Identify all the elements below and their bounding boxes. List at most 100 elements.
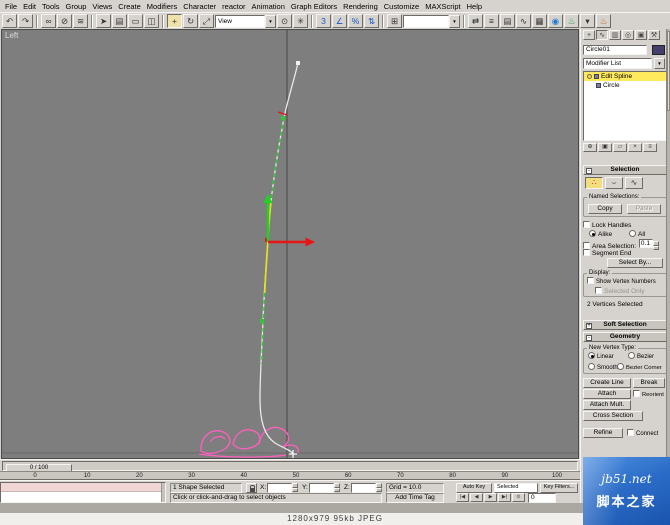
vertex-marker[interactable] <box>260 319 264 323</box>
selection-lock-toggle[interactable] <box>246 483 257 493</box>
stack-item-edit-spline[interactable]: Edit Spline <box>584 72 666 81</box>
attach-button[interactable]: Attach <box>583 389 631 399</box>
align-icon[interactable]: ≡ <box>484 14 499 28</box>
select-and-uniform-scale-icon[interactable]: ⤢ <box>199 14 214 28</box>
menu-character[interactable]: Character <box>180 1 219 12</box>
left-viewport[interactable]: Left <box>1 29 579 459</box>
reference-coordinate-system-combo[interactable]: View ▼ <box>215 14 276 28</box>
area-selection-checkbox[interactable] <box>583 242 590 249</box>
menu-edit[interactable]: Edit <box>20 1 39 12</box>
segment-end-checkbox[interactable] <box>583 249 590 256</box>
chevron-down-icon[interactable]: ▼ <box>265 14 276 28</box>
select-and-link-icon[interactable]: ∞ <box>41 14 56 28</box>
curve-editor-icon[interactable]: ∿ <box>516 14 531 28</box>
key-mode-combo[interactable]: Selected <box>494 483 538 493</box>
menu-create[interactable]: Create <box>115 1 144 12</box>
menu-animation[interactable]: Animation <box>249 1 288 12</box>
redo-icon[interactable]: ↷ <box>18 14 33 28</box>
menu-customize[interactable]: Customize <box>381 1 422 12</box>
all-radio[interactable] <box>629 230 636 237</box>
configure-modifier-sets-icon[interactable]: ≡ <box>643 143 657 152</box>
spline-mode-button[interactable]: ∿ <box>625 177 643 189</box>
unlink-selection-icon[interactable]: ⊘ <box>57 14 72 28</box>
menu-modifiers[interactable]: Modifiers <box>144 1 180 12</box>
time-slider-track[interactable]: 0 / 100 <box>2 461 578 472</box>
rectangular-selection-region-icon[interactable]: ▭ <box>128 14 143 28</box>
percent-snap-toggle-icon[interactable]: % <box>348 14 363 28</box>
area-selection-value[interactable]: 0.1 <box>638 239 653 248</box>
select-object-icon[interactable]: ➤ <box>96 14 111 28</box>
menu-views[interactable]: Views <box>89 1 115 12</box>
schematic-view-icon[interactable]: ▦ <box>532 14 547 28</box>
x-coordinate-field[interactable] <box>267 483 292 493</box>
named-selection-sets-combo[interactable]: ▼ <box>403 14 460 28</box>
track-bar[interactable]: 0 10 20 30 40 50 60 70 80 90 100 <box>0 471 580 480</box>
make-unique-icon[interactable]: ▱ <box>613 143 627 152</box>
segment-mode-button[interactable]: ⌣ <box>605 177 623 189</box>
remove-modifier-icon[interactable]: × <box>628 143 642 152</box>
select-by-button[interactable]: Select By... <box>607 258 663 268</box>
menu-group[interactable]: Group <box>63 1 90 12</box>
break-button[interactable]: Break <box>633 378 665 388</box>
snap-toggle-icon[interactable]: 3 <box>316 14 331 28</box>
modifier-list-combo[interactable]: Modifier List ▼ <box>583 58 665 69</box>
play-animation-icon[interactable]: ▶ <box>484 493 497 502</box>
bezier-radio[interactable] <box>628 352 635 359</box>
tab-utilities[interactable]: ⚒ <box>648 30 660 40</box>
tab-modify[interactable]: ∿ <box>596 30 608 40</box>
refine-button[interactable]: Refine <box>583 428 623 438</box>
stack-item-circle[interactable]: Circle <box>584 81 666 90</box>
select-and-move-icon[interactable]: + <box>167 14 182 28</box>
vertex-marker[interactable] <box>281 116 285 120</box>
copy-button[interactable]: Copy <box>588 204 622 214</box>
tab-motion[interactable]: ◎ <box>622 30 634 40</box>
go-to-start-icon[interactable]: |◀ <box>456 493 469 502</box>
menu-graph-editors[interactable]: Graph Editors <box>288 1 340 12</box>
listener-row[interactable] <box>1 493 161 502</box>
selection-rollout-header[interactable]: - Selection <box>583 165 667 175</box>
quick-render-icon[interactable]: ♨ <box>596 14 611 28</box>
window-crossing-icon[interactable]: ◫ <box>144 14 159 28</box>
current-frame-field[interactable]: 0 <box>528 493 556 503</box>
add-time-tag-button[interactable]: Add Time Tag <box>386 493 444 503</box>
previous-frame-icon[interactable]: ◀ <box>470 493 483 502</box>
collapse-icon[interactable]: - <box>586 334 592 341</box>
menu-rendering[interactable]: Rendering <box>340 1 381 12</box>
y-spinner[interactable] <box>334 483 340 492</box>
smooth-radio[interactable] <box>588 363 595 370</box>
y-coordinate-field[interactable] <box>309 483 334 493</box>
z-spinner[interactable] <box>376 483 382 492</box>
menu-help[interactable]: Help <box>464 1 485 12</box>
create-line-button[interactable]: Create Line <box>583 378 631 388</box>
material-editor-icon[interactable]: ◉ <box>548 14 563 28</box>
key-filters-button[interactable]: Key Filters... <box>540 483 578 493</box>
bind-to-space-warp-icon[interactable]: ≋ <box>73 14 88 28</box>
layer-manager-icon[interactable]: ▤ <box>500 14 515 28</box>
maxscript-mini-listener[interactable] <box>0 482 166 503</box>
soft-selection-rollout-header[interactable]: + Soft Selection <box>583 320 667 330</box>
render-type-icon[interactable]: ▾ <box>580 14 595 28</box>
menu-file[interactable]: File <box>2 1 20 12</box>
render-scene-icon[interactable]: ♨ <box>564 14 579 28</box>
collapse-icon[interactable]: - <box>586 167 592 174</box>
attach-mult-button[interactable]: Attach Mult. <box>583 400 631 410</box>
menu-maxscript[interactable]: MAXScript <box>422 1 463 12</box>
tab-hierarchy[interactable]: ▥ <box>609 30 621 40</box>
pin-stack-icon[interactable]: ⊕ <box>583 143 597 152</box>
select-by-name-icon[interactable]: ▤ <box>112 14 127 28</box>
select-and-rotate-icon[interactable]: ↻ <box>183 14 198 28</box>
geometry-rollout-header[interactable]: - Geometry <box>583 332 667 342</box>
listener-scrollbar[interactable] <box>161 483 165 502</box>
show-vertex-numbers-checkbox[interactable] <box>587 277 594 284</box>
lightbulb-icon[interactable] <box>587 74 592 79</box>
connect-checkbox[interactable] <box>627 429 634 436</box>
tab-display[interactable]: ▣ <box>635 30 647 40</box>
reorient-checkbox[interactable] <box>633 390 640 397</box>
angle-snap-toggle-icon[interactable]: ∠ <box>332 14 347 28</box>
vertex-mode-button[interactable]: ∴ <box>585 177 603 189</box>
undo-icon[interactable]: ↶ <box>2 14 17 28</box>
alike-radio[interactable] <box>589 230 596 237</box>
menu-reactor[interactable]: reactor <box>219 1 248 12</box>
auto-key-button[interactable]: Auto Key <box>456 483 492 493</box>
time-configuration-icon[interactable]: ⊙ <box>512 493 525 502</box>
